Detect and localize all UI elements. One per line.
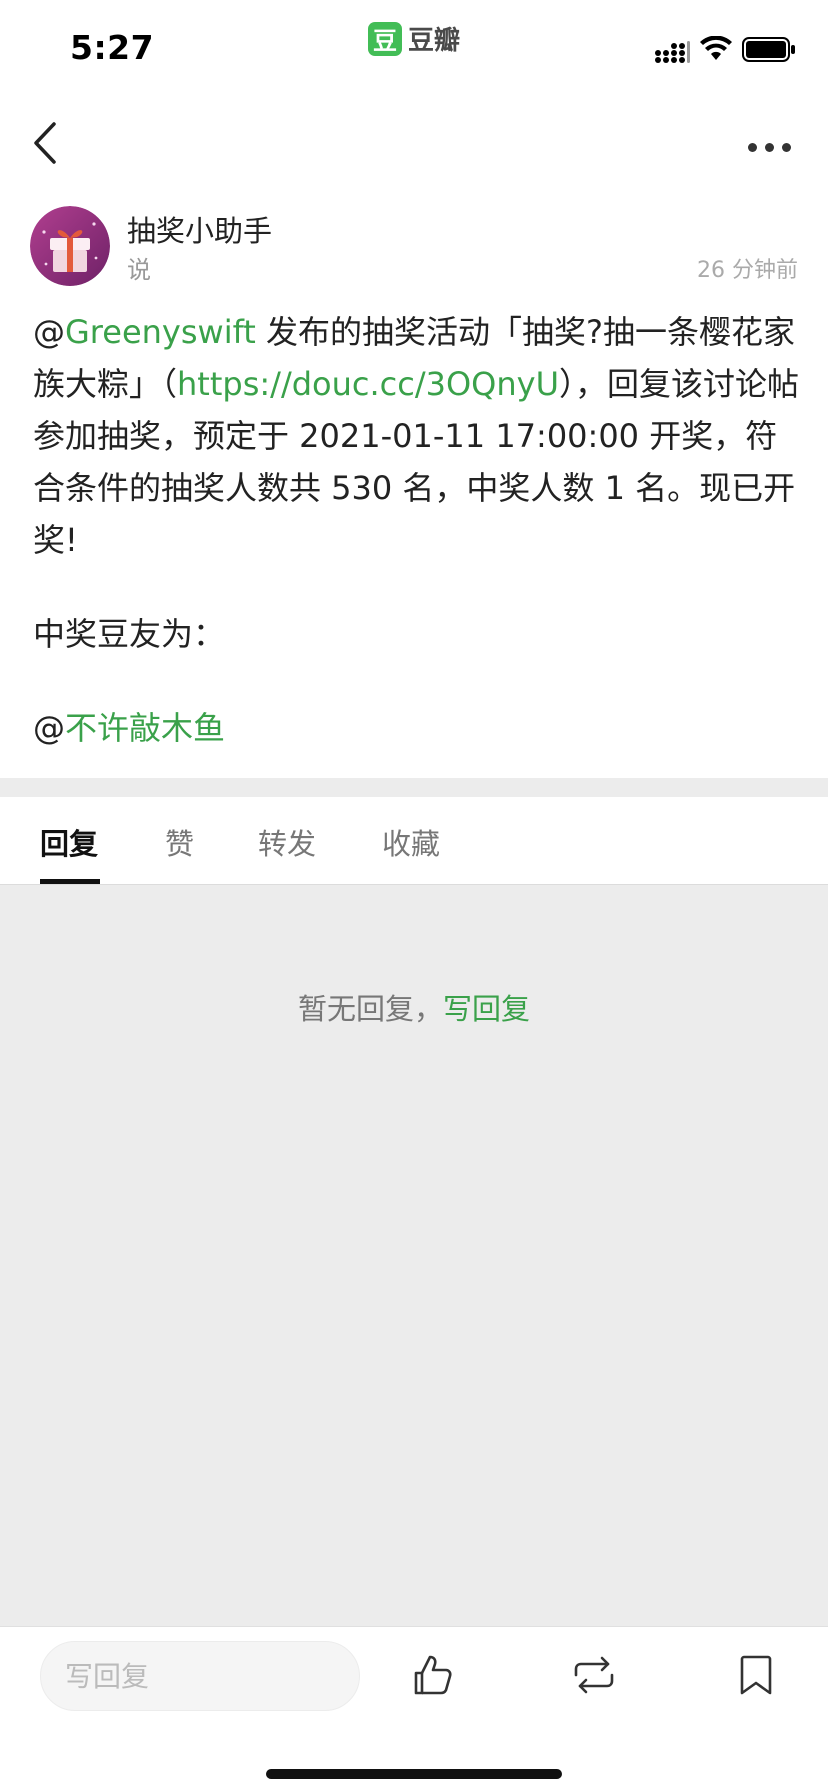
tab-collections[interactable]: 收藏 (382, 821, 440, 863)
repost-icon[interactable] (570, 1651, 618, 1699)
status-time: 5:27 (70, 28, 155, 67)
wifi-icon (700, 36, 732, 60)
write-reply-link[interactable]: 写回复 (443, 992, 530, 1026)
empty-state: 暂无回复，写回复 (0, 886, 828, 1626)
at-sign: @ (33, 313, 65, 351)
more-dot (747, 142, 757, 152)
more-dot (781, 142, 791, 152)
at-sign: @ (33, 709, 65, 747)
chevron-left-icon (34, 122, 56, 164)
author-name[interactable]: 抽奖小助手 (127, 208, 272, 250)
thumbs-up-icon[interactable] (408, 1651, 456, 1699)
winner-label: 中奖豆友为： (33, 615, 226, 653)
reply-input[interactable] (40, 1641, 360, 1711)
nav-bar (0, 92, 828, 202)
post: 抽奖小助手 说 26 分钟前 @Greenyswift 发布的抽奖活动「抽奖?抽… (0, 202, 828, 778)
url-link[interactable]: https://douc.cc/3OQnyU (177, 365, 559, 403)
brand-name: 豆瓣 (408, 26, 461, 56)
author-verb: 说 (127, 256, 151, 284)
tab-reposts[interactable]: 转发 (258, 821, 316, 863)
active-tab-indicator (40, 879, 100, 884)
battery-icon (742, 37, 795, 62)
winner-paragraph: @不许敲木鱼 (33, 702, 803, 754)
brand: 豆 豆瓣 (368, 20, 460, 57)
empty-message: 暂无回复，写回复 (0, 986, 828, 1028)
post-body: @Greenyswift 发布的抽奖活动「抽奖?抽一条樱花家族大粽」（https… (33, 306, 803, 754)
gift-icon (30, 206, 110, 286)
back-button[interactable] (22, 108, 82, 178)
bottom-bar (0, 1626, 828, 1792)
douban-logo-icon: 豆 (368, 21, 402, 56)
tabs: 回复 赞 转发 收藏 (0, 797, 828, 885)
screen: 5:27 豆 豆瓣 抽奖小助手 说 26 分钟前 @Greenyswift 发布… (0, 0, 828, 1792)
avatar[interactable] (30, 206, 110, 286)
home-indicator (266, 1769, 562, 1779)
tab-likes[interactable]: 赞 (165, 821, 194, 863)
winner-link[interactable]: 不许敲木鱼 (65, 709, 225, 747)
status-bar: 5:27 豆 豆瓣 (0, 0, 828, 92)
more-button[interactable] (734, 122, 804, 172)
bookmark-icon[interactable] (732, 1651, 780, 1699)
tab-replies[interactable]: 回复 (40, 821, 98, 863)
post-time: 26 分钟前 (697, 258, 798, 283)
mention-link[interactable]: Greenyswift (65, 313, 256, 351)
more-dot (764, 142, 774, 152)
post-paragraph: @Greenyswift 发布的抽奖活动「抽奖?抽一条樱花家族大粽」（https… (33, 306, 803, 566)
empty-text: 暂无回复， (297, 992, 443, 1026)
signal-icon (655, 41, 690, 63)
